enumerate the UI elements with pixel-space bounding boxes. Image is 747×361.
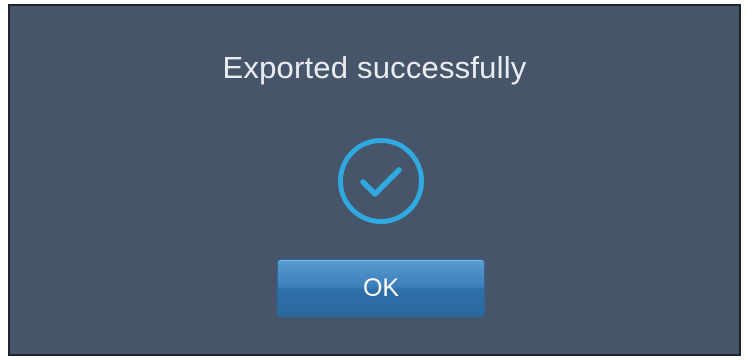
ok-button[interactable]: OK: [277, 259, 485, 317]
dialog-message: Exported successfully: [222, 50, 527, 85]
export-success-dialog: Exported successfully OK: [8, 4, 741, 356]
check-circle-icon: [338, 138, 424, 224]
